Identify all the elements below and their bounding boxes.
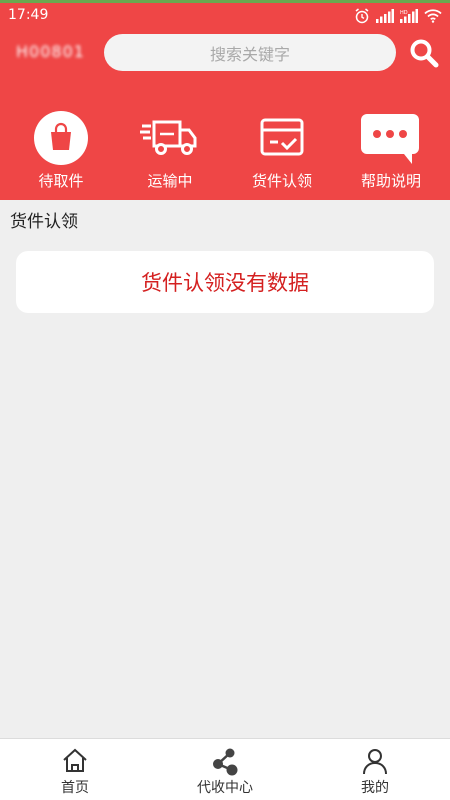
status-time: 17:49 bbox=[8, 7, 49, 23]
tab-label-collection-center: 代收中心 bbox=[197, 780, 253, 796]
search-input[interactable]: 搜索关键字 bbox=[104, 34, 396, 71]
nav-item-shipment-claim[interactable]: 货件认领 bbox=[227, 110, 337, 190]
header: H00801 搜索关键字 待取件 运输中 货件认领 帮助说明 bbox=[0, 30, 450, 200]
search-icon[interactable] bbox=[408, 37, 440, 69]
tab-home[interactable]: 首页 bbox=[0, 739, 150, 800]
user-icon bbox=[363, 749, 387, 775]
nav-label-shipment-claim: 货件认领 bbox=[251, 172, 312, 190]
section-title: 货件认领 bbox=[10, 212, 78, 232]
tab-collection-center[interactable]: 代收中心 bbox=[150, 739, 300, 800]
nav-item-help[interactable]: 帮助说明 bbox=[336, 110, 446, 190]
tab-bar: 首页 代收中心 我的 bbox=[0, 738, 450, 800]
nav-item-in-transit[interactable]: 运输中 bbox=[115, 110, 225, 190]
alarm-icon bbox=[355, 8, 369, 24]
claim-card-icon bbox=[260, 118, 304, 156]
svg-text:HD: HD bbox=[400, 10, 408, 16]
account-id: H00801 bbox=[16, 42, 85, 61]
quick-nav: 待取件 运输中 货件认领 帮助说明 bbox=[0, 110, 450, 190]
truck-icon bbox=[140, 120, 197, 155]
tab-mine[interactable]: 我的 bbox=[300, 739, 450, 800]
search-placeholder: 搜索关键字 bbox=[209, 44, 290, 64]
status-icons: HD bbox=[354, 8, 442, 24]
signal-hd-icon: HD bbox=[400, 9, 418, 23]
tab-label-mine: 我的 bbox=[361, 780, 389, 796]
home-icon bbox=[63, 748, 87, 772]
empty-state-card: 货件认领没有数据 bbox=[16, 251, 434, 313]
nav-label-help: 帮助说明 bbox=[360, 172, 421, 190]
status-bar: 17:49 HD bbox=[0, 0, 450, 30]
nav-label-pending-pickup: 待取件 bbox=[38, 172, 84, 190]
tab-label-home: 首页 bbox=[61, 780, 89, 796]
nav-item-pending-pickup[interactable]: 待取件 bbox=[6, 110, 116, 190]
signal-icon bbox=[376, 9, 394, 23]
wifi-icon bbox=[424, 9, 442, 23]
empty-state-message: 货件认领没有数据 bbox=[141, 271, 309, 295]
nav-label-in-transit: 运输中 bbox=[147, 172, 193, 190]
chat-bubble-icon bbox=[361, 114, 419, 164]
share-nodes-icon bbox=[213, 748, 238, 776]
shopping-bag-icon bbox=[34, 111, 88, 165]
